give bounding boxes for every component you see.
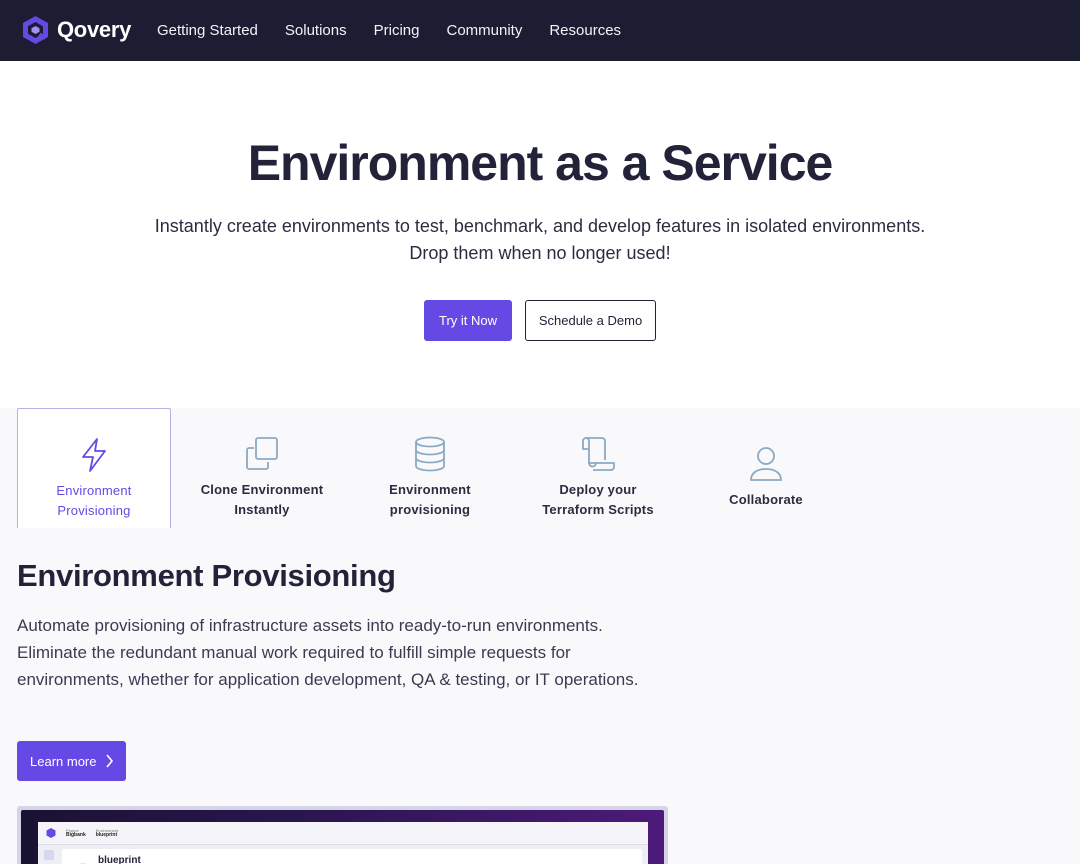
environment-breadcrumb[interactable]: Environment blueprint: [96, 828, 118, 838]
nav-item-getting-started[interactable]: Getting Started: [157, 22, 258, 39]
tab-label-line-2: Instantly: [234, 502, 290, 517]
tab-label-line-1: Clone Environment: [200, 482, 324, 497]
nav-item-pricing[interactable]: Pricing: [374, 22, 420, 39]
brand-name: Qovery: [57, 17, 132, 42]
tab-collaborate[interactable]: Collaborate: [689, 408, 843, 528]
environment-value: blueprint: [95, 832, 118, 838]
project-breadcrumb[interactable]: Project Bigbank: [66, 828, 86, 838]
tab-label-line-1: Environment: [389, 482, 471, 497]
app-topbar: Project Bigbank Environment blueprint: [38, 822, 648, 845]
database-icon: [415, 436, 445, 472]
project-value: Bigbank: [66, 832, 86, 838]
page-title: Environment as a Service: [247, 135, 834, 191]
learn-more-button[interactable]: Learn more: [17, 741, 126, 781]
tab-environment-provisioning[interactable]: Environment Provisioning: [17, 408, 171, 528]
nav-item-resources[interactable]: Resources: [549, 22, 621, 39]
tab-clone-environment[interactable]: Clone Environment Instantly: [185, 408, 339, 528]
hero-subtitle-line-1: Instantly create environments to test, b…: [154, 216, 926, 236]
hero-subtitle-line-2: Drop them when no longer used!: [409, 243, 671, 263]
tab-label-line-1: Environment: [56, 483, 132, 498]
app-logo-icon: [46, 828, 56, 838]
tab-label-line-1: Deploy your: [559, 482, 637, 497]
product-screenshot: Project Bigbank Environment blueprint bl…: [17, 806, 668, 864]
tab-terraform-scripts[interactable]: Deploy your Terraform Scripts: [521, 408, 675, 528]
hero-subtitle: Instantly create environments to test, b…: [0, 213, 1080, 267]
schedule-demo-button[interactable]: Schedule a Demo: [525, 300, 656, 341]
chevron-right-icon: [106, 754, 114, 768]
nav-item-solutions[interactable]: Solutions: [285, 22, 347, 39]
copy-icon: [246, 437, 278, 470]
app-window: Project Bigbank Environment blueprint bl…: [38, 822, 648, 864]
tab-label-line-2: Provisioning: [57, 503, 131, 518]
tab-environment-provisioning-db[interactable]: Environment provisioning: [353, 408, 507, 528]
feature-description: Automate provisioning of infrastructure …: [17, 616, 639, 689]
app-panel-title: blueprint: [98, 855, 141, 864]
tab-label-line-2: Terraform Scripts: [542, 502, 654, 517]
tab-label-line-1: Collaborate: [729, 492, 803, 507]
brand-logo[interactable]: Qovery: [20, 15, 131, 45]
user-icon: [750, 447, 782, 481]
top-navbar: Qovery Getting Started Solutions Pricing…: [0, 0, 1080, 61]
learn-more-label: Learn more: [30, 753, 97, 769]
qovery-logo-icon: [23, 16, 48, 44]
try-it-now-button[interactable]: Try it Now: [424, 300, 512, 341]
lightning-icon: [82, 438, 106, 472]
sidebar-item[interactable]: [44, 850, 54, 860]
feature-title: Environment Provisioning: [17, 558, 396, 593]
nav-item-community[interactable]: Community: [446, 22, 522, 39]
nav-menu: Getting Started Solutions Pricing Commun…: [157, 0, 648, 61]
scroll-icon: [582, 437, 615, 471]
tab-label-line-2: provisioning: [389, 502, 471, 517]
app-panel: blueprint: [62, 849, 642, 864]
